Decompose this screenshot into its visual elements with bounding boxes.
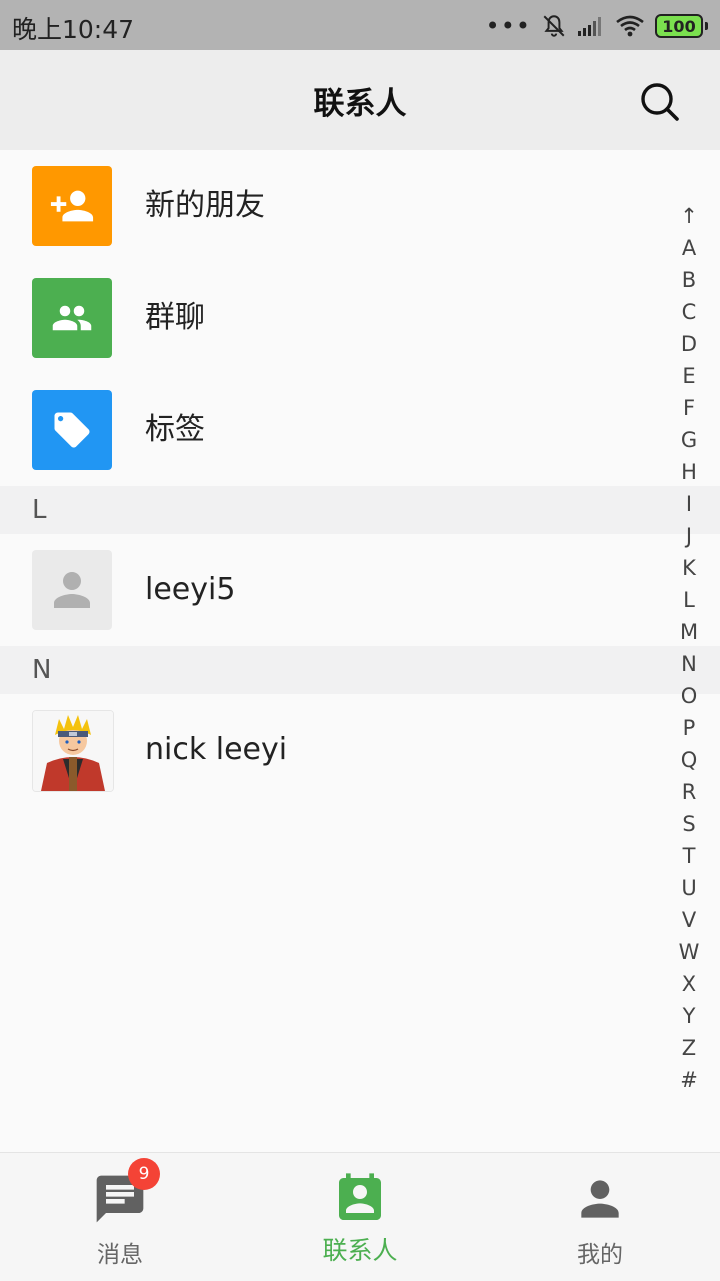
index-letter[interactable]: I (686, 488, 692, 520)
group-chat-label: 群聊 (145, 300, 205, 335)
group-chat-row[interactable]: 群聊 (0, 262, 720, 374)
index-letter[interactable]: R (682, 776, 697, 808)
tags-row[interactable]: 标签 (0, 374, 720, 486)
index-letter[interactable]: ↑ (680, 200, 698, 232)
person-add-icon (50, 190, 94, 222)
tab-label: 消息 (97, 1242, 143, 1268)
group-icon (52, 305, 92, 331)
index-letter[interactable]: V (682, 904, 696, 936)
tag-icon (54, 412, 90, 448)
section-header-n: N (0, 646, 720, 694)
mute-bell-icon (543, 15, 565, 37)
contacts-icon (339, 1173, 381, 1220)
index-letter[interactable]: H (681, 456, 697, 488)
index-letter[interactable]: # (680, 1064, 698, 1096)
contact-row-nick-leeyi[interactable]: nick leeyi (0, 694, 720, 806)
new-friends-tile (32, 166, 112, 246)
index-letter[interactable]: N (681, 648, 697, 680)
new-friends-label: 新的朋友 (145, 188, 265, 223)
index-letter[interactable]: G (681, 424, 697, 456)
contact-name: nick leeyi (145, 732, 288, 767)
wifi-icon (616, 15, 644, 37)
index-letter[interactable]: X (682, 968, 696, 1000)
page-title: 联系人 (313, 85, 407, 122)
alphabet-index-bar[interactable]: ↑ A B C D E F G H I J K L M N O P Q R S T U V W X Y Z # (676, 200, 702, 1096)
naruto-avatar-icon (33, 711, 113, 791)
index-letter[interactable]: U (681, 872, 696, 904)
section-header-l: L (0, 486, 720, 534)
unread-badge: 9 (128, 1158, 160, 1190)
index-letter[interactable]: Z (682, 1032, 696, 1064)
tab-me[interactable]: 我的 (480, 1153, 720, 1281)
index-letter[interactable]: T (683, 840, 696, 872)
status-icons: ••• 100 (486, 12, 708, 40)
index-letter[interactable]: O (681, 680, 698, 712)
battery-indicator: 100 (655, 14, 703, 38)
index-letter[interactable]: C (682, 296, 697, 328)
group-chat-tile (32, 278, 112, 358)
tab-label: 联系人 (322, 1236, 398, 1265)
avatar (32, 710, 114, 792)
battery-tip (705, 22, 708, 30)
search-icon[interactable] (638, 80, 682, 124)
index-letter[interactable]: Y (683, 1000, 696, 1032)
index-letter[interactable]: L (683, 584, 695, 616)
tab-label: 我的 (577, 1242, 623, 1268)
index-letter[interactable]: J (686, 520, 692, 552)
index-letter[interactable]: M (680, 616, 698, 648)
contact-row-leeyi5[interactable]: leeyi5 (0, 534, 720, 646)
more-dots-icon: ••• (485, 12, 531, 40)
index-letter[interactable]: S (682, 808, 695, 840)
person-icon (581, 1180, 619, 1218)
index-letter[interactable]: W (679, 936, 700, 968)
bottom-navigation: 9 消息 联系人 我的 (0, 1152, 720, 1281)
tab-messages[interactable]: 9 消息 (0, 1153, 240, 1281)
index-letter[interactable]: K (682, 552, 696, 584)
signal-icon (578, 17, 601, 36)
default-person-avatar-icon (54, 572, 90, 608)
index-letter[interactable]: D (681, 328, 697, 360)
status-time: 晚上10:47 (12, 15, 135, 44)
tags-tile (32, 390, 112, 470)
tags-label: 标签 (145, 412, 205, 447)
contact-name: leeyi5 (145, 572, 236, 607)
index-letter[interactable]: E (682, 360, 695, 392)
index-letter[interactable]: F (683, 392, 695, 424)
index-letter[interactable]: A (682, 232, 696, 264)
index-letter[interactable]: B (682, 264, 696, 296)
status-bar: 晚上10:47 ••• 100 (0, 0, 720, 50)
new-friends-row[interactable]: 新的朋友 (0, 150, 720, 262)
tab-contacts[interactable]: 联系人 (240, 1153, 480, 1281)
index-letter[interactable]: P (683, 712, 696, 744)
avatar (32, 550, 112, 630)
app-bar: 联系人 (0, 50, 720, 150)
contact-list: 新的朋友 群聊 标签 L leeyi5 N nick leeyi (0, 150, 720, 806)
index-letter[interactable]: Q (681, 744, 698, 776)
